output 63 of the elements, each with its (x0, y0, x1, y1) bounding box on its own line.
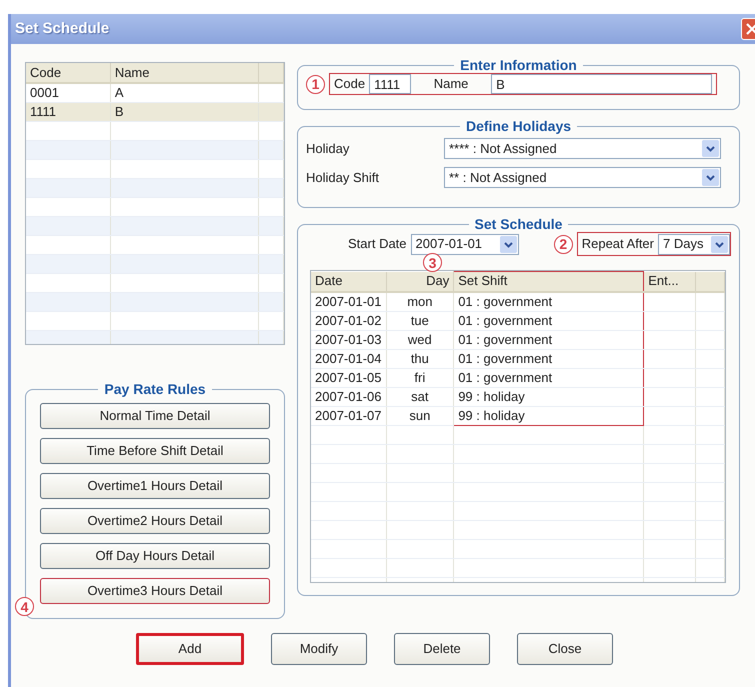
table-cell: 99 : holiday (454, 387, 644, 406)
caret-icon (702, 140, 719, 157)
table-cell: tue (386, 311, 454, 330)
table-cell: 2007-01-03 (311, 330, 386, 349)
table-cell: 2007-01-06 (311, 387, 386, 406)
column-header: Date (311, 272, 386, 292)
table-cell: wed (386, 330, 454, 349)
start-date-dropdown[interactable]: 2007-01-01 (410, 234, 519, 254)
callout-marker: 1 (306, 74, 325, 94)
name-field[interactable]: B (491, 74, 712, 94)
field-label: Holiday Shift (306, 168, 380, 187)
column-header: Day (386, 272, 454, 292)
callout-marker: 4 (15, 597, 34, 616)
close-icon (746, 23, 755, 35)
detail-button[interactable]: Overtime2 Hours Detail (40, 508, 270, 534)
group-title: Enter Information (459, 57, 578, 73)
column-header: Ent... (644, 272, 696, 292)
code-label: Code (333, 75, 366, 94)
dialog-button[interactable]: Add (136, 633, 244, 665)
window-title: Set Schedule (14, 18, 110, 39)
group-title: Set Schedule (474, 216, 564, 232)
list-row[interactable]: 1111 B (26, 102, 284, 122)
table-cell: fri (386, 368, 454, 387)
dialog-button[interactable]: Close (517, 633, 613, 665)
group-title: Pay Rate Rules (103, 381, 207, 397)
dialog-button[interactable]: Delete (394, 633, 490, 665)
field-label: Holiday (306, 140, 350, 158)
repeat-after-label: Repeat After (580, 235, 655, 254)
holiday-dropdown[interactable]: **** : Not Assigned (444, 138, 721, 159)
table-cell: 2007-01-05 (311, 368, 386, 387)
table-cell: 2007-01-07 (311, 406, 386, 425)
name-label: Name (432, 75, 470, 94)
column-header: Set Shift (454, 272, 644, 292)
callout-marker: 2 (554, 234, 573, 254)
table-cell: 99 : holiday (454, 406, 644, 425)
table-cell: sun (386, 406, 454, 425)
table-cell: 01 : government (454, 292, 644, 311)
detail-button[interactable]: Overtime3 Hours Detail (40, 578, 270, 604)
table-cell: thu (386, 349, 454, 368)
detail-button[interactable]: Overtime1 Hours Detail (40, 473, 270, 499)
table-cell: 01 : government (454, 368, 644, 387)
start-date-label: Start Date (348, 235, 407, 254)
table-cell: sat (386, 387, 454, 406)
table-cell: 1111 (26, 102, 110, 122)
table-cell: 2007-01-02 (311, 311, 386, 330)
table-cell: 01 : government (454, 311, 644, 330)
table-cell: 01 : government (454, 349, 644, 368)
column-header: Code (26, 63, 110, 83)
dialog-button[interactable]: Modify (271, 633, 367, 665)
table-cell: 2007-01-04 (311, 349, 386, 368)
detail-button[interactable]: Normal Time Detail (40, 403, 270, 429)
holiday-dropdown[interactable]: ** : Not Assigned (444, 167, 721, 188)
group-title: Define Holidays (464, 118, 572, 134)
column-header: Name (110, 63, 259, 83)
code-field[interactable]: 1111 (369, 74, 412, 94)
detail-button[interactable]: Time Before Shift Detail (40, 438, 270, 464)
table-cell: B (110, 102, 259, 122)
repeat-dropdown[interactable]: 7 Days (658, 234, 730, 254)
table-cell: 01 : government (454, 330, 644, 349)
caret-icon (702, 169, 719, 186)
table-cell: mon (386, 292, 454, 311)
detail-button[interactable]: Off Day Hours Detail (40, 543, 270, 569)
table-cell: 2007-01-01 (311, 292, 386, 311)
